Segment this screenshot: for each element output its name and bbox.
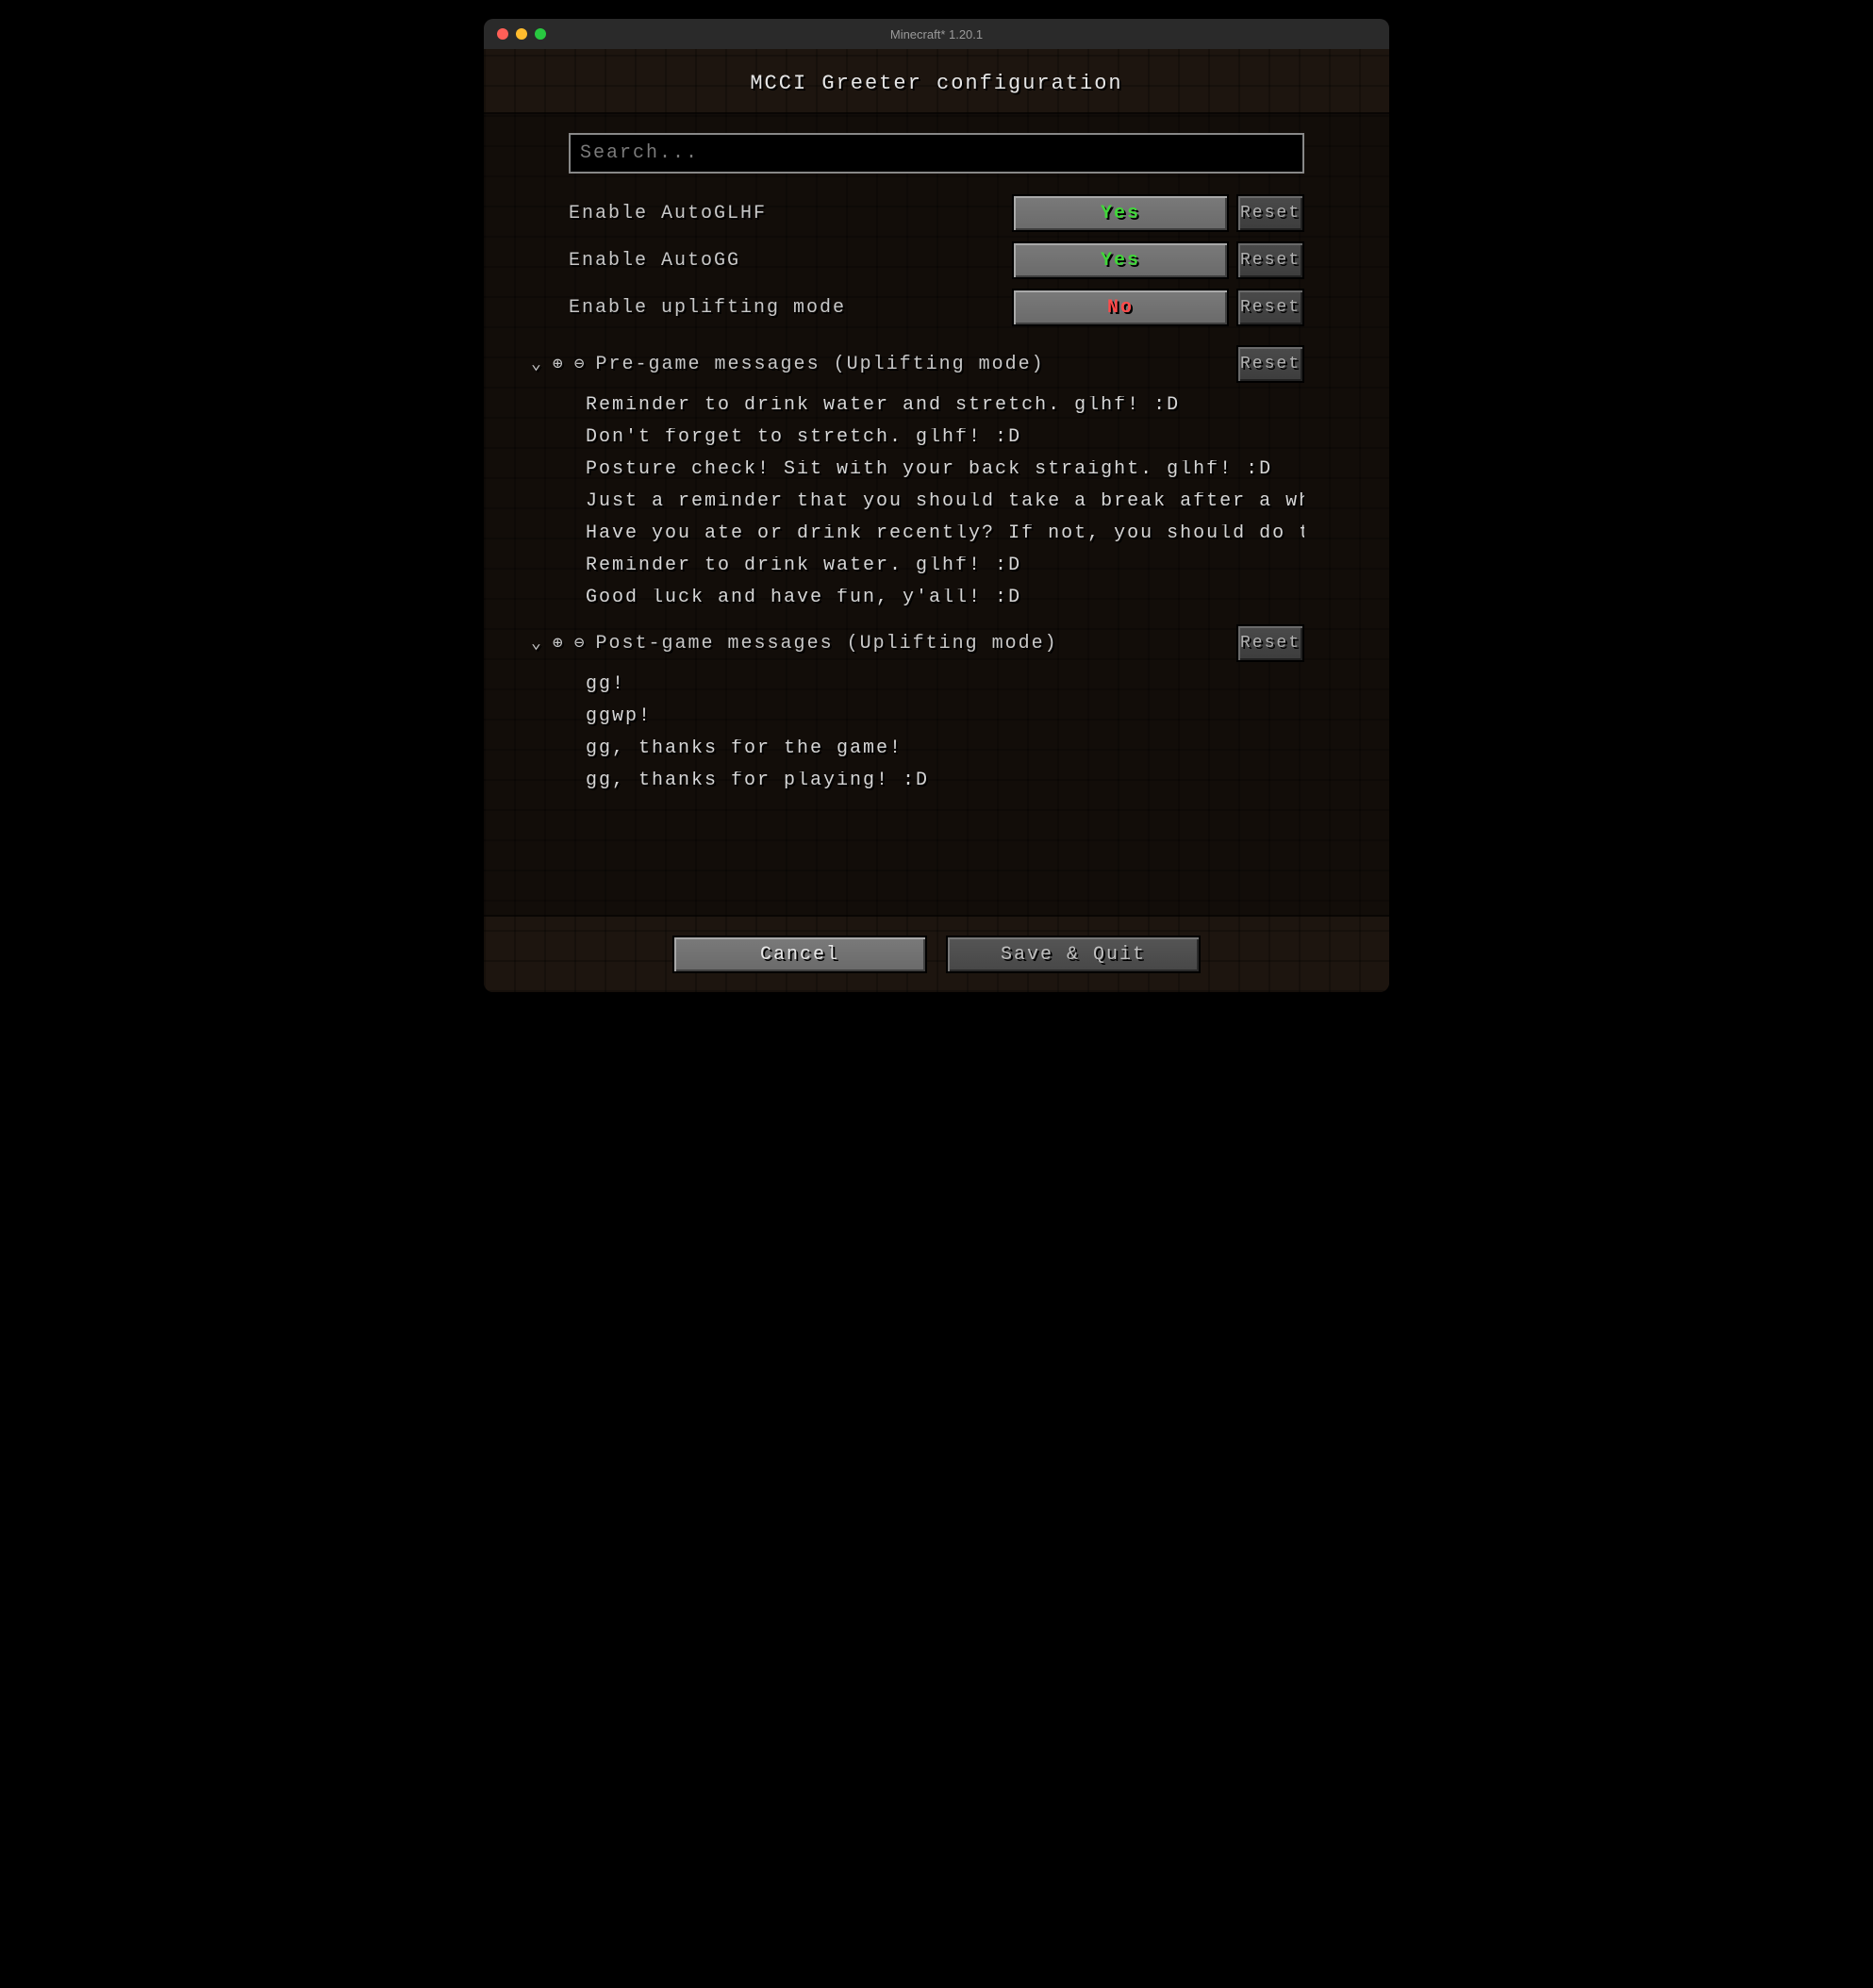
toggle-value: Yes: [1101, 203, 1140, 224]
postgame-message-list: gg! ggwp! gg, thanks for the game! gg, t…: [586, 675, 1304, 790]
list-item[interactable]: Don't forget to stretch. glhf! :D: [586, 428, 1304, 447]
save-quit-button[interactable]: Save & Quit: [946, 936, 1201, 973]
settings-scroll-area[interactable]: Enable AutoGLHF Yes Reset Enable AutoGG …: [484, 112, 1389, 917]
section-header-postgame: ⌄ ⊕ ⊖ Post-game messages (Uplifting mode…: [531, 624, 1304, 662]
chevron-down-icon[interactable]: ⌄: [531, 633, 543, 654]
add-icon[interactable]: ⊕: [553, 633, 565, 654]
list-item[interactable]: Just a reminder that you should take a b…: [586, 492, 1304, 511]
option-row-autoglhf: Enable AutoGLHF Yes Reset: [569, 192, 1304, 234]
pregame-message-list: Reminder to drink water and stretch. glh…: [586, 396, 1304, 607]
toggle-autogg[interactable]: Yes: [1012, 241, 1229, 279]
page-title: MCCI Greeter configuration: [484, 49, 1389, 112]
reset-button[interactable]: Reset: [1236, 289, 1304, 326]
minimize-icon[interactable]: [516, 28, 527, 40]
window-controls: [484, 28, 546, 40]
toggle-value: No: [1107, 297, 1134, 319]
list-item[interactable]: Reminder to drink water. glhf! :D: [586, 556, 1304, 575]
list-item[interactable]: gg, thanks for playing! :D: [586, 771, 1304, 790]
reset-button[interactable]: Reset: [1236, 345, 1304, 383]
option-label: Enable AutoGLHF: [569, 203, 1012, 224]
reset-button[interactable]: Reset: [1236, 241, 1304, 279]
app-window: Minecraft* 1.20.1 MCCI Greeter configura…: [484, 19, 1389, 992]
option-row-autogg: Enable AutoGG Yes Reset: [569, 240, 1304, 281]
option-label: Enable AutoGG: [569, 250, 1012, 272]
remove-icon[interactable]: ⊖: [574, 633, 587, 654]
search-wrap: [569, 133, 1304, 174]
section-title: Post-game messages (Uplifting mode): [596, 633, 1058, 654]
chevron-down-icon[interactable]: ⌄: [531, 354, 543, 374]
list-item[interactable]: Good luck and have fun, y'all! :D: [586, 588, 1304, 607]
footer: Cancel Save & Quit: [484, 917, 1389, 992]
option-row-uplifting: Enable uplifting mode No Reset: [569, 287, 1304, 328]
list-item[interactable]: ggwp!: [586, 707, 1304, 726]
section-header-pregame: ⌄ ⊕ ⊖ Pre-game messages (Uplifting mode)…: [531, 345, 1304, 383]
window-title: Minecraft* 1.20.1: [484, 27, 1389, 41]
reset-button[interactable]: Reset: [1236, 624, 1304, 662]
list-item[interactable]: gg!: [586, 675, 1304, 694]
remove-icon[interactable]: ⊖: [574, 354, 587, 374]
list-item[interactable]: Posture check! Sit with your back straig…: [586, 460, 1304, 479]
cancel-button[interactable]: Cancel: [672, 936, 927, 973]
toggle-value: Yes: [1101, 250, 1140, 272]
maximize-icon[interactable]: [535, 28, 546, 40]
option-label: Enable uplifting mode: [569, 297, 1012, 319]
reset-button[interactable]: Reset: [1236, 194, 1304, 232]
add-icon[interactable]: ⊕: [553, 354, 565, 374]
titlebar: Minecraft* 1.20.1: [484, 19, 1389, 49]
toggle-autoglhf[interactable]: Yes: [1012, 194, 1229, 232]
list-item[interactable]: Reminder to drink water and stretch. glh…: [586, 396, 1304, 415]
toggle-uplifting[interactable]: No: [1012, 289, 1229, 326]
list-item[interactable]: Have you ate or drink recently? If not, …: [586, 524, 1304, 543]
search-input[interactable]: [571, 135, 1302, 172]
settings-content: Enable AutoGLHF Yes Reset Enable AutoGG …: [569, 133, 1304, 790]
app-body: MCCI Greeter configuration Enable AutoGL…: [484, 49, 1389, 992]
list-item[interactable]: gg, thanks for the game!: [586, 739, 1304, 758]
section-title: Pre-game messages (Uplifting mode): [596, 354, 1045, 375]
close-icon[interactable]: [497, 28, 508, 40]
